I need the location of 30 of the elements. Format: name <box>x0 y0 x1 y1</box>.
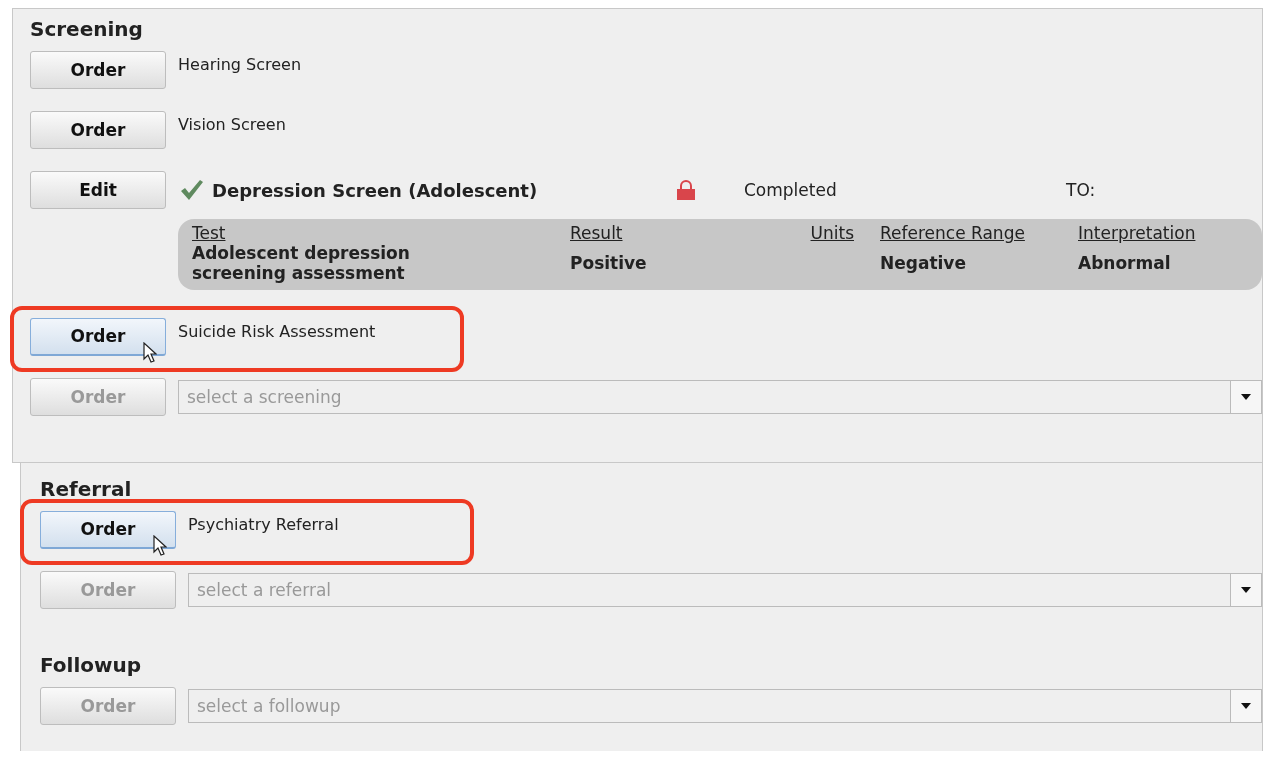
order-button[interactable]: Order <box>40 510 176 549</box>
item-label: Suicide Risk Assessment <box>178 320 376 341</box>
item-label: Hearing Screen <box>178 54 302 74</box>
item-label: Psychiatry Referral <box>188 513 339 534</box>
edit-button[interactable]: Edit <box>30 171 166 209</box>
cursor-icon <box>143 341 157 364</box>
column-header[interactable]: Reference Range <box>880 223 1078 243</box>
section-title: Referral <box>40 476 133 501</box>
section-title: Screening <box>30 17 144 41</box>
order-button[interactable]: Order <box>30 51 166 89</box>
table-cell-text: Adolescent depression screening assessment <box>192 243 411 284</box>
column-header[interactable]: Test <box>192 223 570 243</box>
to-label: TO: <box>1066 180 1096 200</box>
item-label: Depression Screen (Adolescent) <box>212 179 539 201</box>
table-cell-text: Negative <box>880 253 967 274</box>
column-header[interactable]: Units <box>730 223 880 243</box>
cursor-icon <box>153 534 167 557</box>
item-label: Vision Screen <box>178 114 286 134</box>
dropdown-icon[interactable] <box>1230 688 1262 723</box>
order-button[interactable]: Order <box>30 317 166 356</box>
table-cell-text: Positive <box>570 253 648 274</box>
column-header[interactable]: Interpretation <box>1078 223 1250 243</box>
dropdown-icon[interactable] <box>1230 572 1262 607</box>
section-title: Followup <box>40 652 143 677</box>
status-text: Completed <box>744 180 838 200</box>
table-cell-text: Abnormal <box>1078 253 1172 274</box>
dropdown-icon[interactable] <box>1230 379 1262 414</box>
column-header[interactable]: Result <box>570 223 730 243</box>
order-button[interactable]: Order <box>30 111 166 149</box>
checkmark-icon <box>180 179 204 201</box>
